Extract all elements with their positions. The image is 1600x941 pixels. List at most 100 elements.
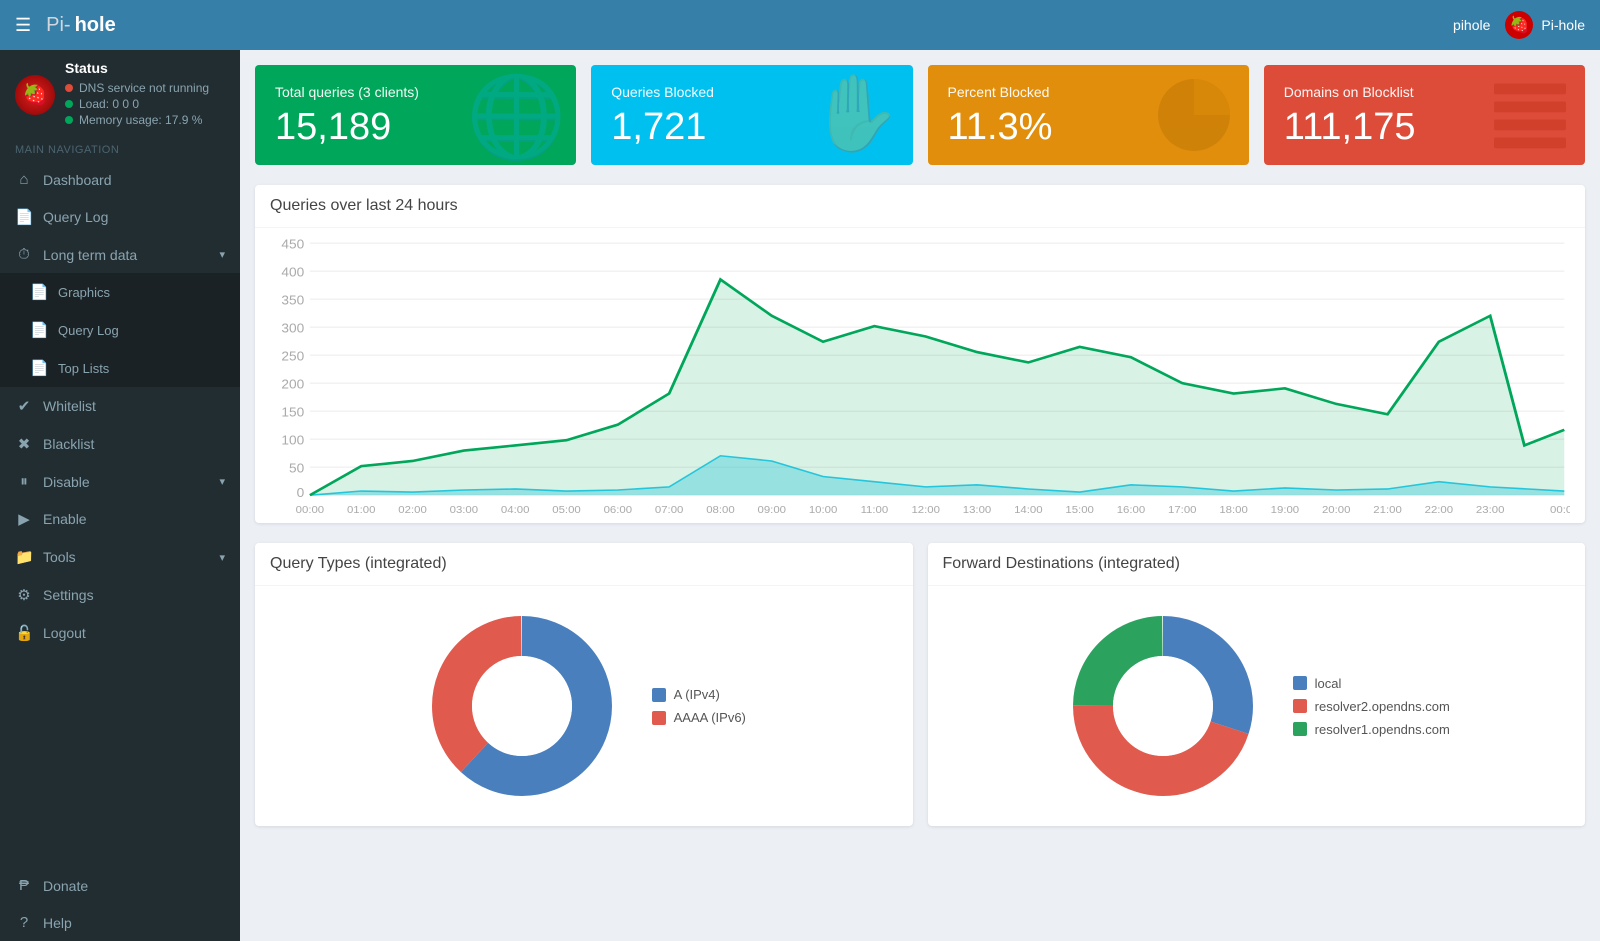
svg-text:03:00: 03:00: [450, 504, 478, 515]
logout-icon: 🔓: [15, 624, 33, 642]
globe-icon: 🌐: [467, 70, 567, 164]
queries-chart-container: 450 400 350 300 250 200 150 100 50 0: [255, 228, 1585, 523]
sidebar-item-long-term[interactable]: ⏱ Long term data ▾: [0, 236, 240, 273]
svg-text:450: 450: [281, 238, 304, 251]
stat-cards: Total queries (3 clients) 15,189 🌐 Queri…: [255, 65, 1585, 165]
svg-text:09:00: 09:00: [758, 504, 786, 515]
legend-color-local: [1293, 676, 1307, 690]
svg-text:13:00: 13:00: [963, 504, 991, 515]
query-types-legend: A (IPv4) AAAA (IPv6): [652, 687, 746, 725]
sidebar-item-query-log-sub[interactable]: 📄 Query Log: [0, 311, 240, 349]
stat-label-3: Domains on Blocklist: [1284, 84, 1416, 100]
blocklist-icon: [1485, 70, 1575, 165]
forward-destinations-body: local resolver2.opendns.com resolver1.op…: [928, 586, 1586, 826]
svg-text:250: 250: [281, 349, 304, 363]
forward-destinations-title: Forward Destinations (integrated): [928, 543, 1586, 586]
check-icon: ✔: [15, 397, 33, 415]
sidebar-item-disable[interactable]: ⏸ Disable ▾: [0, 463, 240, 500]
load-dot: [65, 100, 73, 108]
folder-icon: 📁: [15, 548, 33, 566]
svg-text:150: 150: [281, 405, 304, 419]
svg-text:20:00: 20:00: [1322, 504, 1350, 515]
navbar: ☰ Pi-hole pihole 🍓 Pi-hole: [0, 0, 1600, 50]
sidebar-item-settings[interactable]: ⚙ Settings: [0, 576, 240, 614]
svg-text:50: 50: [289, 461, 304, 475]
stat-card-content-1: Queries Blocked 1,721: [611, 84, 714, 146]
forward-destinations-panel: Forward Destinations (integrated): [928, 543, 1586, 826]
sidebar-label-tools: Tools: [43, 549, 76, 565]
stat-value-0: 15,189: [275, 108, 419, 146]
forward-destinations-chart: [1063, 606, 1263, 806]
sidebar-item-blacklist[interactable]: ✖ Blacklist: [0, 425, 240, 463]
svg-text:18:00: 18:00: [1219, 504, 1247, 515]
svg-text:01:00: 01:00: [347, 504, 375, 515]
navbar-user: 🍓 Pi-hole: [1505, 11, 1585, 39]
dns-status-item: DNS service not running: [65, 81, 209, 95]
sidebar-label-top-lists: Top Lists: [58, 361, 109, 376]
sidebar-item-donate[interactable]: ₱ Donate: [0, 867, 240, 904]
svg-text:17:00: 17:00: [1168, 504, 1196, 515]
svg-text:14:00: 14:00: [1014, 504, 1042, 515]
sidebar-item-graphics[interactable]: 📄 Graphics: [0, 273, 240, 311]
list-icon: 📄: [30, 321, 48, 339]
stat-value-1: 1,721: [611, 108, 714, 146]
stat-card-domains-blocklist: Domains on Blocklist 111,175: [1264, 65, 1585, 165]
sidebar-item-query-log[interactable]: 📄 Query Log: [0, 198, 240, 236]
forward-destinations-legend: local resolver2.opendns.com resolver1.op…: [1293, 676, 1450, 737]
stat-card-total-queries: Total queries (3 clients) 15,189 🌐: [255, 65, 576, 165]
sidebar-item-logout[interactable]: 🔓 Logout: [0, 614, 240, 652]
legend-label-ipv4: A (IPv4): [674, 687, 720, 702]
stat-label-2: Percent Blocked: [948, 84, 1053, 100]
svg-text:04:00: 04:00: [501, 504, 529, 515]
sidebar-label-dashboard: Dashboard: [43, 172, 112, 188]
sidebar-label-donate: Donate: [43, 878, 88, 894]
sidebar-label-whitelist: Whitelist: [43, 398, 96, 414]
sidebar-item-whitelist[interactable]: ✔ Whitelist: [0, 387, 240, 425]
svg-text:15:00: 15:00: [1065, 504, 1093, 515]
load-text: Load: 0 0 0: [79, 97, 139, 111]
raspberry-icon: 🍓: [15, 75, 55, 115]
main-content: Total queries (3 clients) 15,189 🌐 Queri…: [240, 50, 1600, 941]
nav-section-label: MAIN NAVIGATION: [0, 134, 240, 161]
sidebar-label-long-term: Long term data: [43, 247, 137, 263]
svg-text:21:00: 21:00: [1373, 504, 1401, 515]
svg-text:100: 100: [281, 433, 304, 447]
sidebar-item-help[interactable]: ? Help: [0, 904, 240, 941]
sidebar-label-enable: Enable: [43, 511, 87, 527]
pause-icon: ⏸: [15, 473, 33, 490]
svg-text:08:00: 08:00: [706, 504, 734, 515]
legend-color-resolver1: [1293, 722, 1307, 736]
brand: Pi-hole: [46, 14, 116, 37]
stat-label-1: Queries Blocked: [611, 84, 714, 100]
status-title: Status: [65, 60, 209, 76]
svg-text:300: 300: [281, 321, 304, 335]
svg-text:10:00: 10:00: [809, 504, 837, 515]
sidebar-item-dashboard[interactable]: ⌂ Dashboard: [0, 161, 240, 198]
svg-text:400: 400: [281, 265, 304, 279]
gear-icon: ⚙: [15, 586, 33, 604]
chevron-down-icon-disable: ▾: [219, 475, 225, 488]
pie-icon: [1149, 70, 1239, 165]
sidebar-item-top-lists[interactable]: 📄 Top Lists: [0, 349, 240, 387]
brand-hole: hole: [75, 14, 116, 37]
query-types-title: Query Types (integrated): [255, 543, 913, 586]
sidebar-item-tools[interactable]: 📁 Tools ▾: [0, 538, 240, 576]
menu-toggle[interactable]: ☰: [15, 15, 31, 36]
legend-item-resolver1: resolver1.opendns.com: [1293, 722, 1450, 737]
legend-color-ipv4: [652, 688, 666, 702]
hand-icon: ✋: [809, 70, 902, 158]
svg-text:200: 200: [281, 377, 304, 391]
svg-text:350: 350: [281, 293, 304, 307]
sidebar-item-enable[interactable]: ▶ Enable: [0, 500, 240, 538]
legend-label-resolver2: resolver2.opendns.com: [1315, 699, 1450, 714]
sidebar-label-query-log: Query Log: [43, 209, 108, 225]
file-icon: 📄: [15, 208, 33, 226]
svg-text:16:00: 16:00: [1117, 504, 1145, 515]
donate-icon: ₱: [15, 877, 33, 894]
dns-status-dot: [65, 84, 73, 92]
memory-item: Memory usage: 17.9 %: [65, 113, 209, 127]
stat-value-3: 111,175: [1284, 108, 1416, 146]
line-chart-wrap: 450 400 350 300 250 200 150 100 50 0: [270, 238, 1570, 518]
status-header: 🍓 Status DNS service not running Load: 0…: [0, 50, 240, 134]
line-chart-svg: 450 400 350 300 250 200 150 100 50 0: [270, 238, 1570, 518]
